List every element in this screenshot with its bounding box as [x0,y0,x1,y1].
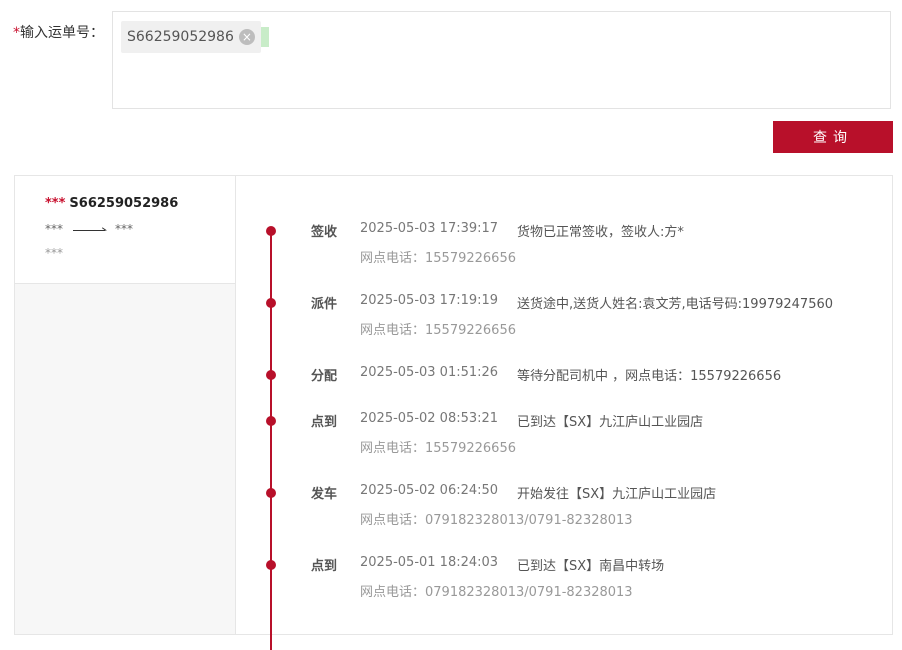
summary-waybill: S66259052986 [69,196,179,211]
summary-title: *** S66259052986 [45,196,178,211]
event-time: 2025-05-03 01:51:26 [360,365,499,380]
event-status: 签收 [311,225,338,240]
waybill-label-text: 输入运单号： [20,25,104,41]
waybill-tag: S66259052986 × [121,21,261,53]
close-icon[interactable]: × [238,29,255,45]
timeline-dot [266,298,276,308]
event-desc: 开始发往【SX】九江庐山工业园店 [517,487,717,502]
summary-extra: *** [45,246,63,260]
event-phone: 网点电话：15579226656 [360,441,516,456]
event-desc: 送货途中,送货人姓名:袁文芳,电话号码:19979247560 [517,297,834,312]
required-mark: * [13,25,20,41]
result-panel: *** S66259052986 *** *** *** 签收 2025-05-0… [14,175,893,650]
event-status: 派件 [311,297,338,312]
event-time: 2025-05-02 06:24:50 [360,483,499,498]
timeline-dot [266,370,276,380]
event-status: 分配 [311,369,338,384]
event-desc: 等待分配司机中 ，网点电话：15579226656 [517,369,782,384]
waybill-input[interactable]: S66259052986 × [112,11,891,109]
event-phone: 网点电话：15579226656 [360,323,516,338]
route-to: *** [115,222,133,236]
event-phone: 网点电话：079182328013/0791-82328013 [360,585,633,600]
waybill-summary[interactable]: *** S66259052986 *** *** *** [15,176,235,284]
timeline-dot [266,488,276,498]
event-phone: 网点电话：079182328013/0791-82328013 [360,513,633,528]
result-sidebar: *** S66259052986 *** *** *** [15,176,236,634]
event-status: 点到 [311,415,338,430]
event-time: 2025-05-03 17:19:19 [360,293,499,308]
event-desc: 货物已正常签收，签收人:方* [517,225,684,240]
event-time: 2025-05-02 08:53:21 [360,411,499,426]
summary-route: *** *** [45,222,133,236]
event-status: 点到 [311,559,338,574]
waybill-tag-text: S66259052986 [127,29,234,45]
waybill-label: *输入运单号： [13,22,104,42]
text-cursor [261,27,269,47]
event-status: 发车 [311,487,338,502]
route-from: *** [45,222,63,236]
event-desc: 已到达【SX】九江庐山工业园店 [517,415,704,430]
timeline-line [270,230,272,650]
arrow-right-icon [73,224,105,231]
timeline-dot [266,416,276,426]
summary-mask: *** [45,196,66,211]
timeline-dot [266,226,276,236]
event-phone: 网点电话：15579226656 [360,251,516,266]
event-time: 2025-05-01 18:24:03 [360,555,499,570]
timeline-dot [266,560,276,570]
search-button[interactable]: 查询 [773,121,893,153]
event-time: 2025-05-03 17:39:17 [360,221,499,236]
event-desc: 已到达【SX】南昌中转场 [517,559,665,574]
